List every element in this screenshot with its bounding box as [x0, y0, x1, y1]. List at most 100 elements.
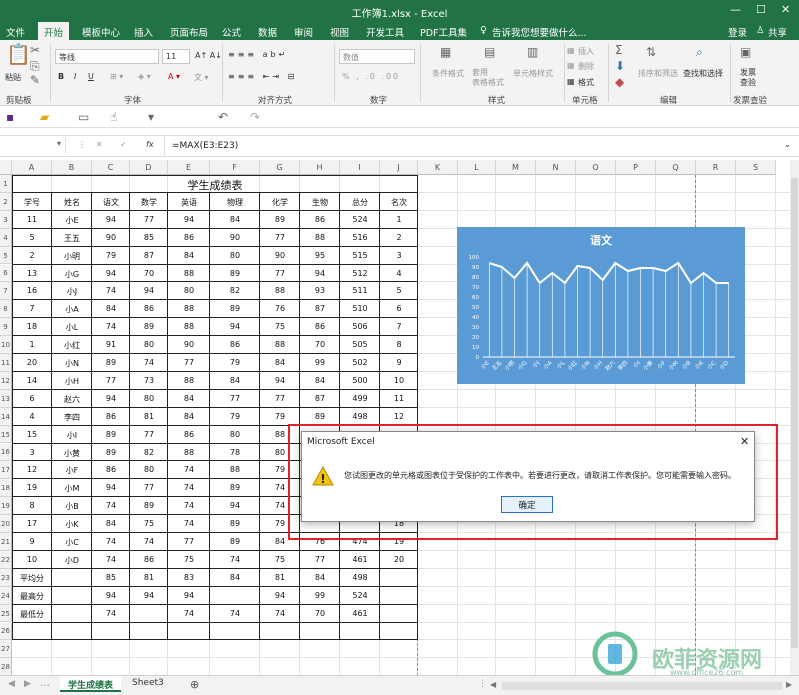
table-cell[interactable]: 70 — [300, 340, 340, 349]
table-cell[interactable]: 最高分 — [12, 591, 52, 602]
table-cell[interactable]: 20 — [12, 358, 52, 367]
scroll-left-icon[interactable]: ◀ — [8, 679, 15, 689]
table-cell[interactable]: 7 — [380, 322, 418, 331]
table-cell[interactable]: 77 — [130, 430, 168, 439]
table-cell[interactable]: 15 — [12, 430, 52, 439]
table-cell[interactable]: 88 — [168, 304, 210, 313]
table-cell[interactable]: 3 — [12, 448, 52, 457]
font-size-select[interactable]: 11 — [162, 49, 190, 64]
table-cell[interactable]: 小H — [52, 376, 92, 387]
table-cell[interactable]: 74 — [130, 358, 168, 367]
menu-view[interactable]: 视图 — [330, 25, 349, 39]
row-header[interactable]: 18 — [0, 479, 12, 498]
row-header[interactable]: 13 — [0, 389, 12, 408]
column-header[interactable]: O — [576, 160, 616, 175]
column-header[interactable]: A — [12, 160, 52, 175]
table-cell[interactable]: 94 — [260, 591, 300, 600]
maximize-icon[interactable]: ☐ — [756, 3, 766, 16]
table-cell[interactable]: 5 — [12, 233, 52, 242]
find-select-icon[interactable]: ⌕ — [696, 46, 703, 58]
close-icon[interactable]: ✕ — [781, 3, 790, 16]
table-cell[interactable]: 94 — [168, 591, 210, 600]
table-cell[interactable]: 1 — [12, 340, 52, 349]
table-cell[interactable]: 516 — [340, 233, 380, 242]
table-cell[interactable]: 11 — [12, 215, 52, 224]
table-cell[interactable]: 79 — [92, 251, 130, 260]
table-cell[interactable]: 86 — [168, 233, 210, 242]
table-cell[interactable]: 2 — [380, 233, 418, 242]
table-cell[interactable]: 85 — [92, 573, 130, 582]
menu-template[interactable]: 模板中心 — [82, 25, 120, 39]
table-cell[interactable]: 86 — [300, 215, 340, 224]
invoice-check-icon[interactable]: ▣ — [740, 46, 751, 58]
delete-cells-icon[interactable]: ▦ — [567, 61, 575, 70]
table-cell[interactable]: 74 — [168, 501, 210, 510]
table-cell[interactable]: 小F — [52, 465, 92, 476]
row-header[interactable]: 14 — [0, 407, 12, 426]
sheet-tab-sheet3[interactable]: Sheet3 — [124, 676, 172, 692]
table-cell[interactable]: 88 — [260, 286, 300, 295]
table-cell[interactable]: 20 — [380, 555, 418, 564]
table-cell[interactable]: 86 — [92, 412, 130, 421]
table-cell[interactable]: 19 — [12, 483, 52, 492]
table-cell[interactable]: 12 — [12, 465, 52, 474]
chevron-down-icon[interactable]: ▾ — [57, 139, 61, 148]
menu-home[interactable]: 开始 — [38, 22, 70, 40]
column-header[interactable]: E — [168, 160, 210, 175]
row-header[interactable]: 25 — [0, 604, 12, 623]
table-cell[interactable]: 小明 — [52, 251, 92, 262]
table-cell[interactable]: 87 — [130, 251, 168, 260]
table-cell[interactable]: 8 — [380, 340, 418, 349]
column-header[interactable]: D — [130, 160, 168, 175]
table-cell[interactable]: 小N — [52, 358, 92, 369]
vertical-align-icons[interactable]: ≡≡≡ ab↵ — [228, 50, 288, 59]
table-cell[interactable]: 75 — [168, 555, 210, 564]
table-cell[interactable]: 89 — [300, 412, 340, 421]
table-cell[interactable]: 84 — [300, 573, 340, 582]
conditional-format-icon[interactable]: ▦ — [440, 46, 451, 58]
row-header[interactable]: 6 — [0, 264, 12, 283]
table-cell[interactable]: 74 — [168, 465, 210, 474]
tell-me-search[interactable]: 告诉我您想要做什么... — [492, 25, 587, 39]
table-cell[interactable]: 84 — [300, 376, 340, 385]
table-cell[interactable]: 18 — [12, 322, 52, 331]
table-cell[interactable]: 3 — [380, 251, 418, 260]
share-button[interactable]: 共享 — [768, 25, 787, 39]
table-cell[interactable]: 95 — [300, 251, 340, 260]
table-cell[interactable]: 75 — [130, 519, 168, 528]
table-cell[interactable]: 小C — [52, 537, 92, 548]
table-cell[interactable]: 74 — [168, 609, 210, 618]
table-cell[interactable]: 10 — [12, 555, 52, 564]
table-cell[interactable]: 84 — [92, 519, 130, 528]
table-cell[interactable]: 89 — [92, 448, 130, 457]
row-header[interactable]: 28 — [0, 658, 12, 677]
fill-icon[interactable]: ⬇ — [615, 60, 625, 72]
table-cell[interactable]: 74 — [92, 555, 130, 564]
table-cell[interactable]: 89 — [210, 304, 260, 313]
table-cell[interactable]: 88 — [210, 465, 260, 474]
table-cell[interactable]: 94 — [300, 269, 340, 278]
table-cell[interactable]: 84 — [168, 251, 210, 260]
table-cell[interactable]: 88 — [168, 376, 210, 385]
table-cell[interactable]: 88 — [168, 448, 210, 457]
table-cell[interactable]: 84 — [168, 412, 210, 421]
row-header[interactable]: 26 — [0, 622, 12, 641]
table-cell[interactable]: 511 — [340, 286, 380, 295]
table-cell[interactable]: 89 — [130, 322, 168, 331]
underline-icon[interactable]: U — [88, 72, 94, 81]
number-format-select[interactable]: 数值 — [339, 49, 415, 64]
table-cell[interactable]: 80 — [130, 340, 168, 349]
table-cell[interactable]: 77 — [260, 269, 300, 278]
table-cell[interactable]: 小I — [52, 430, 92, 441]
row-header[interactable]: 15 — [0, 425, 12, 444]
table-cell[interactable]: 90 — [260, 251, 300, 260]
table-cell[interactable]: 500 — [340, 376, 380, 385]
row-header[interactable]: 10 — [0, 336, 12, 354]
table-cell[interactable]: 74 — [168, 483, 210, 492]
table-cell[interactable]: 515 — [340, 251, 380, 260]
table-cell[interactable]: 88 — [168, 322, 210, 331]
number-format-icons[interactable]: % , .0 .00 — [342, 72, 400, 81]
table-cell[interactable]: 小黄 — [52, 448, 92, 459]
table-cell[interactable]: 77 — [168, 537, 210, 546]
table-cell[interactable]: 小D — [52, 555, 92, 566]
